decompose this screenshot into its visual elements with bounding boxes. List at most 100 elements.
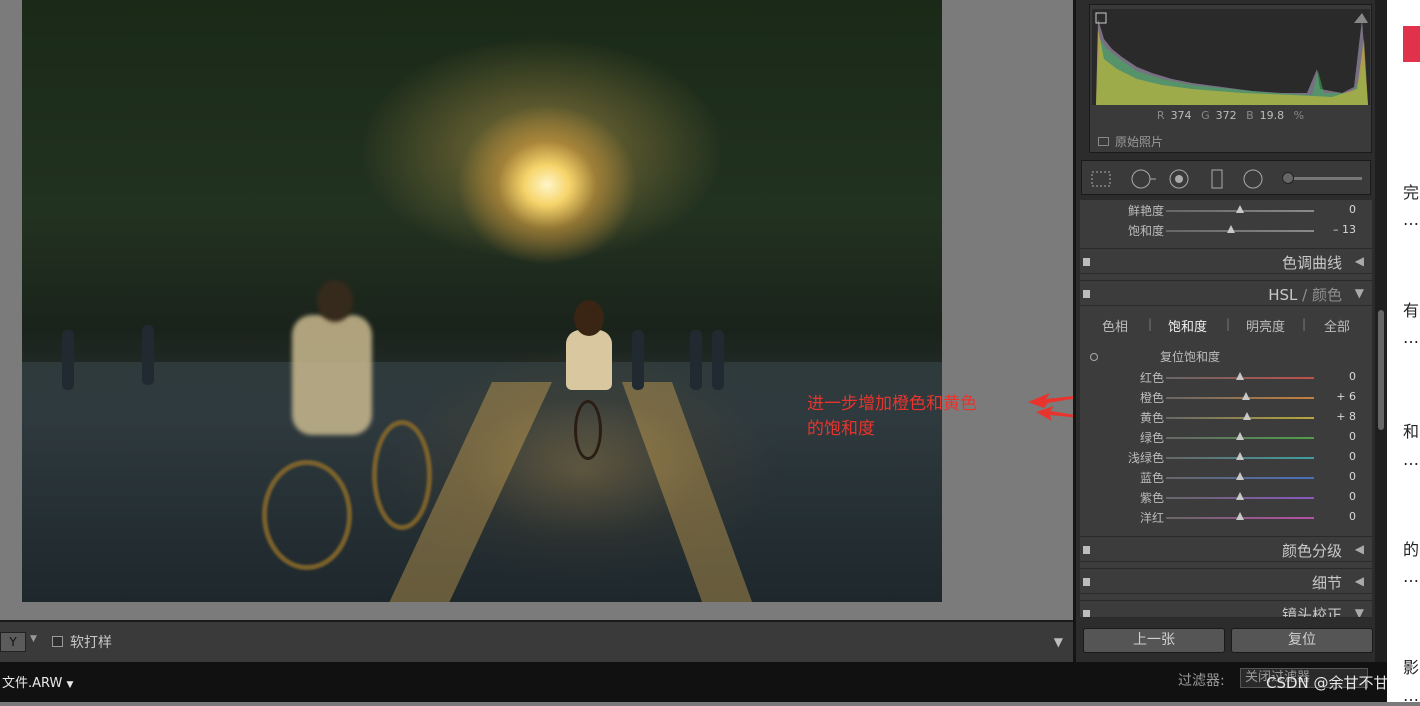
original-photo-checkbox[interactable] xyxy=(1098,137,1109,146)
crop-overlay-icon[interactable] xyxy=(1090,168,1112,190)
graduated-filter-icon[interactable] xyxy=(1206,168,1228,190)
highlight-clipping-icon xyxy=(1354,13,1368,23)
color-label[interactable]: 颜色 xyxy=(1312,286,1342,304)
brush-slider-handle[interactable] xyxy=(1282,172,1294,184)
hsl-slider-label: 黄色 xyxy=(1139,411,1164,425)
histogram-graph xyxy=(1092,9,1370,105)
reset-button[interactable]: 复位 xyxy=(1231,628,1373,653)
hsl-slider-value[interactable]: + 6 xyxy=(1320,390,1356,403)
presence-slider-row[interactable]: 饱和度 – 13 xyxy=(1080,220,1372,240)
expand-down-icon[interactable]: ▼ xyxy=(1355,286,1364,300)
tab-saturation[interactable]: 饱和度 xyxy=(1168,316,1207,335)
hsl-slider-value[interactable]: 0 xyxy=(1320,450,1356,463)
section-toggle-icon[interactable] xyxy=(1083,546,1090,554)
blog-text-fragment: … xyxy=(1403,450,1419,469)
section-toggle-icon[interactable] xyxy=(1083,290,1090,298)
collapse-left-icon[interactable]: ◀ xyxy=(1355,542,1364,556)
section-tone-curve[interactable]: 色调曲线 ◀ xyxy=(1080,248,1372,274)
red-eye-icon[interactable] xyxy=(1168,168,1190,190)
brush-slider-track[interactable] xyxy=(1282,177,1362,180)
section-toggle-icon[interactable] xyxy=(1083,610,1090,617)
presence-slider-handle[interactable] xyxy=(1227,225,1236,233)
hsl-slider-value[interactable]: 0 xyxy=(1320,470,1356,483)
presence-slider-row[interactable]: 鲜艳度 0 xyxy=(1080,200,1372,220)
tab-luminance[interactable]: 明亮度 xyxy=(1246,316,1285,335)
section-color-grading[interactable]: 颜色分级 ◀ xyxy=(1080,536,1372,562)
adjustment-panels: 鲜艳度 0 饱和度 – 13 色调曲线 ◀ HSL / 颜色 ▼ 色相 | 饱和度 |… xyxy=(1080,200,1372,618)
hsl-slider-label: 浅绿色 xyxy=(1127,451,1164,465)
section-detail[interactable]: 细节 ◀ xyxy=(1080,568,1372,594)
photo-preview[interactable] xyxy=(22,0,942,602)
watermark-text: CSDN @余甘不甘 xyxy=(1266,674,1389,692)
hsl-label[interactable]: HSL xyxy=(1268,286,1297,304)
hsl-slider-value[interactable]: 0 xyxy=(1320,490,1356,503)
hsl-slider-handle[interactable] xyxy=(1236,372,1244,380)
hsl-slider-handle[interactable] xyxy=(1236,492,1244,500)
hsl-slider-handle[interactable] xyxy=(1236,512,1244,520)
pedestrian xyxy=(62,330,74,390)
blog-text-fragment: … xyxy=(1403,210,1419,229)
presence-slider-value[interactable]: – 13 xyxy=(1320,223,1356,236)
collapse-left-icon[interactable]: ◀ xyxy=(1355,254,1364,268)
hsl-slider-handle[interactable] xyxy=(1236,432,1244,440)
hsl-slider-handle[interactable] xyxy=(1236,452,1244,460)
hsl-slider-row[interactable]: 洋红 0 xyxy=(1080,507,1372,527)
hsl-slider-track[interactable] xyxy=(1166,397,1314,399)
blog-text-fragment: 影 xyxy=(1403,658,1420,677)
hsl-slider-handle[interactable] xyxy=(1236,472,1244,480)
hsl-slider-row[interactable]: 黄色 + 8 xyxy=(1080,407,1372,427)
view-mode-button[interactable]: Y xyxy=(0,632,26,652)
tab-all[interactable]: 全部 xyxy=(1324,316,1350,335)
hsl-slider-value[interactable]: 0 xyxy=(1320,430,1356,443)
hsl-slider-value[interactable]: 0 xyxy=(1320,510,1356,523)
cyclist-center xyxy=(562,300,617,460)
hsl-slider-handle[interactable] xyxy=(1243,412,1252,420)
presence-slider-label: 饱和度 xyxy=(1127,224,1164,238)
hsl-slider-value[interactable]: 0 xyxy=(1320,370,1356,383)
section-hsl[interactable]: HSL / 颜色 ▼ xyxy=(1080,280,1372,306)
radial-filter-icon[interactable] xyxy=(1242,168,1264,190)
scrollbar-thumb[interactable] xyxy=(1378,310,1384,430)
expand-down-icon[interactable]: ▼ xyxy=(1355,606,1364,617)
chevron-down-icon[interactable]: ▼ xyxy=(30,634,37,644)
hsl-slider-row[interactable]: 橙色 + 6 xyxy=(1080,387,1372,407)
filmstrip-bar: 文件.ARW ▼ 过滤器: 关闭过滤器 CSDN @余甘不甘 xyxy=(0,662,1420,702)
section-toggle-icon[interactable] xyxy=(1083,258,1090,266)
hsl-slider-label: 橙色 xyxy=(1139,391,1164,405)
blog-text-fragment: … xyxy=(1403,328,1419,347)
reset-saturation-label[interactable]: 复位饱和度 xyxy=(1160,348,1220,365)
hsl-slider-row[interactable]: 蓝色 0 xyxy=(1080,467,1372,487)
panel-scrollbar[interactable] xyxy=(1375,0,1387,662)
presence-slider-track[interactable] xyxy=(1166,230,1314,232)
hsl-slider-value[interactable]: + 8 xyxy=(1320,410,1356,423)
hsl-slider-row[interactable]: 紫色 0 xyxy=(1080,487,1372,507)
pedestrian xyxy=(712,330,724,390)
histogram-readout: R 374 G 372 B 19.8 % xyxy=(1156,109,1305,122)
blog-text-fragment: 的 xyxy=(1403,540,1420,559)
annotation-text: 进一步增加橙色和黄色 的饱和度 xyxy=(807,392,1037,442)
toolbar-menu-icon[interactable]: ▼ xyxy=(1054,635,1063,649)
tab-hue[interactable]: 色相 xyxy=(1102,316,1128,335)
hsl-slider-track[interactable] xyxy=(1166,417,1314,419)
spot-removal-icon[interactable] xyxy=(1130,168,1158,190)
presence-slider-value[interactable]: 0 xyxy=(1320,203,1356,216)
annotation-line-1: 进一步增加橙色和黄色 xyxy=(807,394,977,414)
collapse-left-icon[interactable]: ◀ xyxy=(1355,574,1364,588)
hsl-slider-row[interactable]: 红色 0 xyxy=(1080,367,1372,387)
hsl-slider-row[interactable]: 浅绿色 0 xyxy=(1080,447,1372,467)
softproof-checkbox[interactable] xyxy=(52,636,63,647)
blog-text-fragment: 完 xyxy=(1403,183,1420,202)
bottom-toolbar: Y ▼ 软打样 ▼ xyxy=(0,620,1073,662)
hsl-separator: / xyxy=(1297,286,1312,304)
cyclist-foreground xyxy=(262,280,442,580)
hsl-slider-row[interactable]: 绿色 0 xyxy=(1080,427,1372,447)
target-adjust-icon[interactable] xyxy=(1090,353,1098,361)
previous-settings-button[interactable]: 上一张 xyxy=(1083,628,1225,653)
blog-text-fragment: … xyxy=(1403,686,1419,705)
current-filename[interactable]: 文件.ARW ▼ xyxy=(2,672,73,691)
annotation-line-2: 的饱和度 xyxy=(807,419,875,439)
hsl-slider-handle[interactable] xyxy=(1241,392,1250,400)
presence-slider-handle[interactable] xyxy=(1236,205,1244,213)
section-lens-corrections[interactable]: 镜头校正 ▼ xyxy=(1080,600,1372,618)
section-toggle-icon[interactable] xyxy=(1083,578,1090,586)
